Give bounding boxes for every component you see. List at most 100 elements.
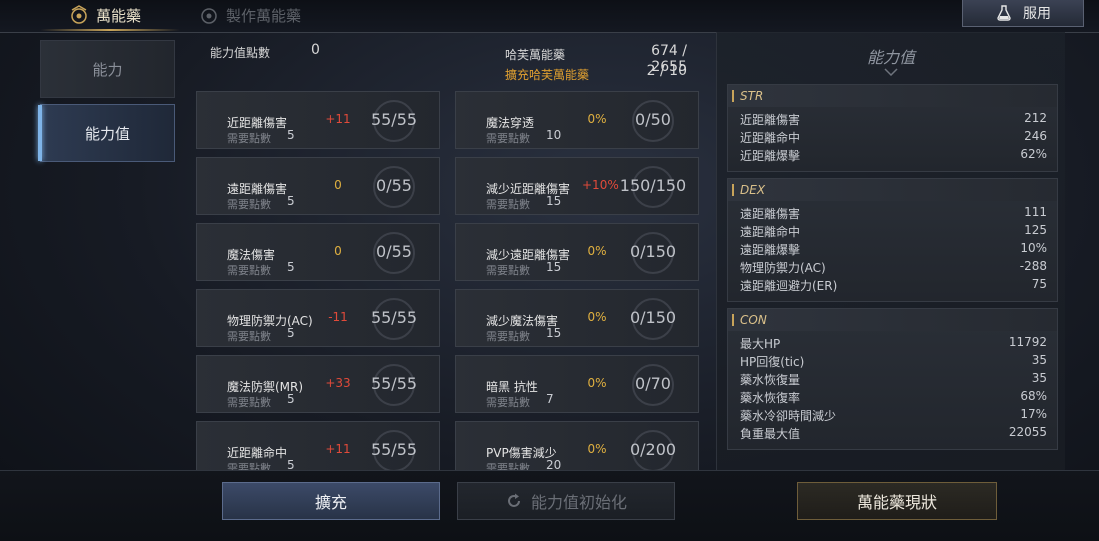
summary-row-label: 藥水恢復量 [740,373,801,387]
cost-label: 需要點數 [486,396,530,409]
stat-name: 遠距離傷害 [227,182,288,196]
cost-label: 需要點數 [227,264,271,277]
summary-row-label: 近距離命中 [740,131,801,145]
summary-row-label: 遠距離迴避力(ER) [740,279,838,293]
cost-label: 需要點數 [227,198,271,211]
group-header: CON [728,309,1057,331]
summary-row: HP回復(tic) 35 [728,353,1057,371]
use-button-label: 服用 [1023,6,1051,22]
summary-row-value: -288 [1019,259,1047,273]
group-header: DEX [728,179,1057,201]
summary-row: 近距離爆擊 62% [728,147,1057,165]
stat-summary-panel: 能力值 STR 近距離傷害 212 近距離命中 246 近距離爆擊 62% DEX 遠距離傷害 1… [716,32,1065,470]
stat-card[interactable]: 物理防禦力(AC) 需要點數 5 -11 55/55 [196,289,440,347]
stat-name: 暗黑 抗性 [486,380,538,394]
sidenav-item-label: 能力 [92,60,123,79]
stat-level: 0/150 [629,242,677,261]
expand-button[interactable]: 擴充 [222,482,440,520]
summary-row-value: 111 [1024,205,1047,219]
stat-level: 0/50 [635,110,671,129]
stat-level: 0/150 [629,308,677,327]
sidenav-item-label: 能力值 [84,124,130,143]
tab-potion[interactable]: 萬能藥 [68,0,141,30]
summary-row: 遠距離命中 125 [728,223,1057,241]
summary-row-value: 62% [1020,147,1047,161]
sidenav-item-ability[interactable]: 能力 [40,40,175,98]
stat-card[interactable]: 減少遠距離傷害 需要點數 15 0% 0/150 [455,223,699,281]
summary-row-value: 68% [1020,389,1047,403]
stat-cost: 15 [546,260,562,274]
stat-card[interactable]: 魔法穿透 需要點數 10 0% 0/50 [455,91,699,149]
stat-card[interactable]: 魔法防禦(MR) 需要點數 5 +33 55/55 [196,355,440,413]
stat-name: 近距離傷害 [227,116,288,130]
top-bar: 萬能藥 製作萬能藥 服用 [0,0,1099,33]
summary-row: 近距離命中 246 [728,129,1057,147]
summary-row: 遠距離爆擊 10% [728,241,1057,259]
summary-row-label: 最大HP [740,337,781,351]
summary-row: 遠距離傷害 111 [728,205,1057,223]
flask-icon [997,5,1011,21]
stat-cost: 5 [287,194,295,208]
side-nav: 能力 能力值 [38,40,175,168]
reset-button-label: 能力值初始化 [530,493,627,512]
cost-label: 需要點數 [227,132,271,145]
expand-button-label: 擴充 [314,493,347,512]
stat-card[interactable]: 減少近距離傷害 需要點數 15 +10% 150/150 [455,157,699,215]
stat-level: 150/150 [619,176,687,195]
cost-label: 需要點數 [227,396,271,409]
summary-row-value: 22055 [1008,425,1047,439]
stat-level: 55/55 [370,308,418,327]
stat-group-dex: DEX 遠距離傷害 111 遠距離命中 125 遠距離爆擊 10% 物理防禦力(AC) -288… [727,178,1058,302]
summary-row-value: 11792 [1008,335,1047,349]
stat-name: 物理防禦力(AC) [227,314,313,328]
summary-row-value: 75 [1031,277,1047,291]
summary-row-label: 藥水冷卻時間減少 [740,409,837,423]
stat-card[interactable]: 減少魔法傷害 需要點數 15 0% 0/150 [455,289,699,347]
craft-emblem-icon [201,8,217,24]
stat-points-info: 能力值點數 0 [210,42,320,61]
use-button[interactable]: 服用 [962,0,1084,27]
stat-level: 55/55 [370,440,418,459]
stat-cost: 10 [546,128,562,142]
summary-row: 最大HP 11792 [728,335,1057,353]
summary-row-label: 物理防禦力(AC) [740,261,826,275]
summary-row-value: 35 [1031,371,1047,385]
summary-row: 負重最大值 22055 [728,425,1057,443]
tab-potion-label: 萬能藥 [96,6,142,25]
cost-label: 需要點數 [486,330,530,343]
summary-title: 能力值 [866,48,915,67]
summary-row-value: 212 [1024,111,1047,125]
summary-row-label: 遠距離爆擊 [740,243,801,257]
potion-count: 哈芙萬能藥 674 / 2655 [505,43,687,75]
summary-row-value: 125 [1024,223,1047,237]
summary-row-label: 遠距離傷害 [740,207,801,221]
cost-label: 需要點數 [486,264,530,277]
stat-cost: 15 [546,326,562,340]
potion-status-button[interactable]: 萬能藥現狀 [797,482,997,520]
stat-group-con: CON 最大HP 11792 HP回復(tic) 35 藥水恢復量 35 藥水恢復率 68% 藥水… [727,308,1058,450]
stat-card[interactable]: 暗黑 抗性 需要點數 7 0% 0/70 [455,355,699,413]
summary-row: 遠距離迴避力(ER) 75 [728,277,1057,295]
summary-row-label: 負重最大值 [740,427,801,441]
summary-row-label: 近距離爆擊 [740,149,801,163]
stat-level: 0/70 [635,374,671,393]
reset-stats-button[interactable]: 能力值初始化 [457,482,675,520]
stat-cost: 5 [287,260,295,274]
stat-card[interactable]: 遠距離傷害 需要點數 5 0 0/55 [196,157,440,215]
potion-expand-count: 擴充哈芙萬能藥 2 / 10 [505,63,687,83]
summary-row: 藥水恢復率 68% [728,389,1057,407]
tab-craft-potion[interactable]: 製作萬能藥 [198,0,301,30]
summary-row-label: 近距離傷害 [740,113,801,127]
tab-craft-label: 製作萬能藥 [226,6,302,25]
stat-level: 55/55 [370,374,418,393]
summary-row: 藥水冷卻時間減少 17% [728,407,1057,425]
stat-level: 55/55 [370,110,418,129]
stat-name: 魔法穿透 [486,116,535,130]
stat-card[interactable]: 魔法傷害 需要點數 5 0 0/55 [196,223,440,281]
stat-card[interactable]: 近距離傷害 需要點數 5 +11 55/55 [196,91,440,149]
sidenav-item-stats[interactable]: 能力值 [38,104,175,162]
potion-expand-label: 擴充哈芙萬能藥 [505,68,590,82]
summary-row-label: 遠距離命中 [740,225,801,239]
summary-row-value: 10% [1020,241,1047,255]
stat-cost: 15 [546,194,562,208]
